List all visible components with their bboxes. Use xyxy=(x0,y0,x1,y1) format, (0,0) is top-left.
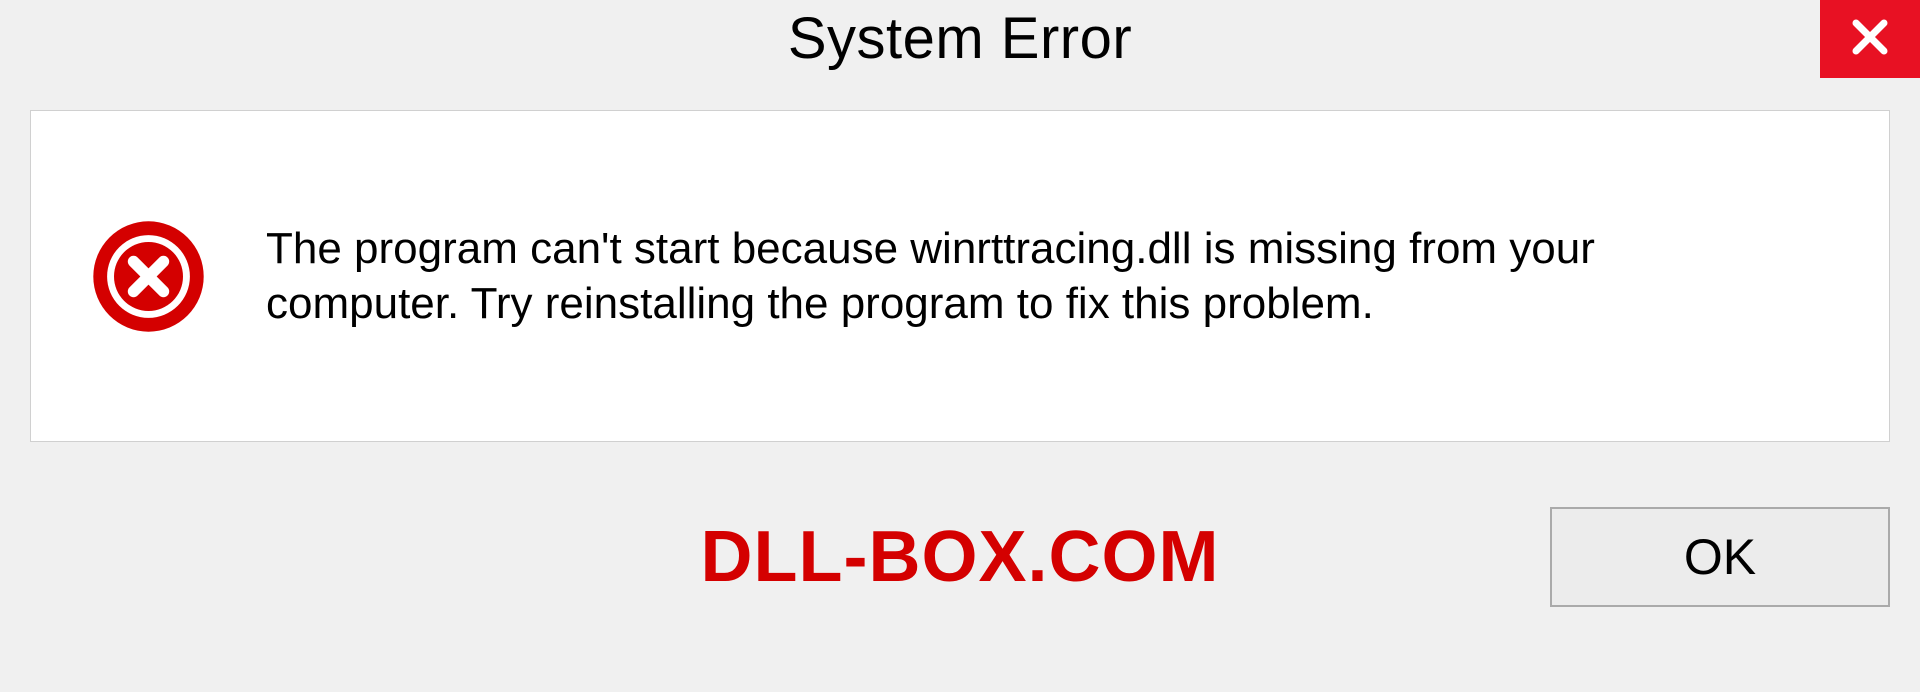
titlebar: System Error xyxy=(0,0,1920,110)
ok-button[interactable]: OK xyxy=(1550,507,1890,607)
watermark-text: DLL-BOX.COM xyxy=(701,516,1220,598)
dialog-title: System Error xyxy=(788,5,1132,72)
error-message: The program can't start because winrttra… xyxy=(266,221,1716,331)
close-icon xyxy=(1846,13,1894,66)
error-icon xyxy=(91,219,206,334)
content-panel: The program can't start because winrttra… xyxy=(30,110,1890,442)
footer: DLL-BOX.COM OK xyxy=(0,442,1920,672)
close-button[interactable] xyxy=(1820,0,1920,78)
